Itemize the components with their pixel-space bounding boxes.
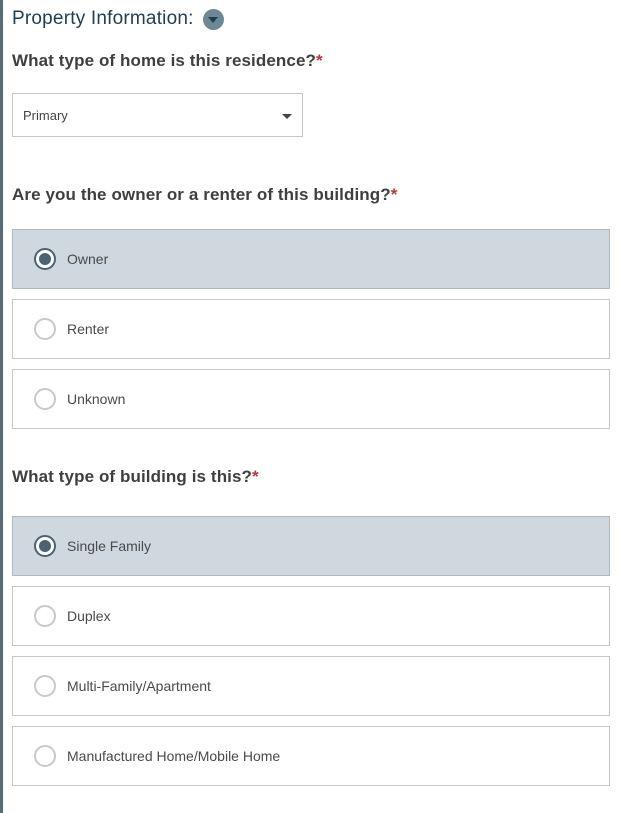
radio-empty-icon <box>34 318 56 340</box>
question-home-type: What type of home is this residence?* <box>12 51 323 71</box>
section-title: Property Information: <box>12 8 194 29</box>
radio-option-owner[interactable]: Owner <box>12 229 610 289</box>
caret-down-icon <box>282 114 292 119</box>
home-type-select[interactable]: Primary <box>12 93 303 137</box>
radio-option-label: Unknown <box>67 391 126 407</box>
section-header: Property Information: <box>12 6 224 32</box>
chevron-down-icon[interactable] <box>202 8 224 30</box>
question-building-type: What type of building is this?* <box>12 467 259 487</box>
radio-empty-icon <box>34 605 56 627</box>
required-mark: * <box>390 185 398 204</box>
question-home-type-text: What type of home is this residence? <box>12 51 316 70</box>
radio-option-multi-family[interactable]: Multi-Family/Apartment <box>12 656 610 716</box>
question-owner-renter-text: Are you the owner or a renter of this bu… <box>12 185 391 204</box>
home-type-select-value: Primary <box>23 107 68 123</box>
radio-empty-icon <box>34 745 56 767</box>
radio-option-renter[interactable]: Renter <box>12 299 610 359</box>
radio-option-label: Renter <box>67 321 110 337</box>
radio-option-duplex[interactable]: Duplex <box>12 586 610 646</box>
required-mark: * <box>316 51 323 70</box>
required-mark: * <box>252 467 259 486</box>
radio-option-label: Manufactured Home/Mobile Home <box>67 748 281 764</box>
radio-option-label: Single Family <box>67 538 152 554</box>
question-building-type-text: What type of building is this? <box>12 467 253 486</box>
radio-option-manufactured-home[interactable]: Manufactured Home/Mobile Home <box>12 726 610 786</box>
radio-option-label: Multi-Family/Apartment <box>67 678 211 694</box>
radio-selected-icon <box>34 248 56 270</box>
radio-empty-icon <box>34 388 56 410</box>
question-owner-renter: Are you the owner or a renter of this bu… <box>12 185 397 205</box>
radio-option-label: Owner <box>67 251 109 267</box>
radio-option-label: Duplex <box>67 608 111 624</box>
section-left-rule <box>0 0 3 813</box>
radio-option-unknown[interactable]: Unknown <box>12 369 610 429</box>
radio-empty-icon <box>34 675 56 697</box>
radio-selected-icon <box>34 535 56 557</box>
radio-option-single-family[interactable]: Single Family <box>12 516 610 576</box>
